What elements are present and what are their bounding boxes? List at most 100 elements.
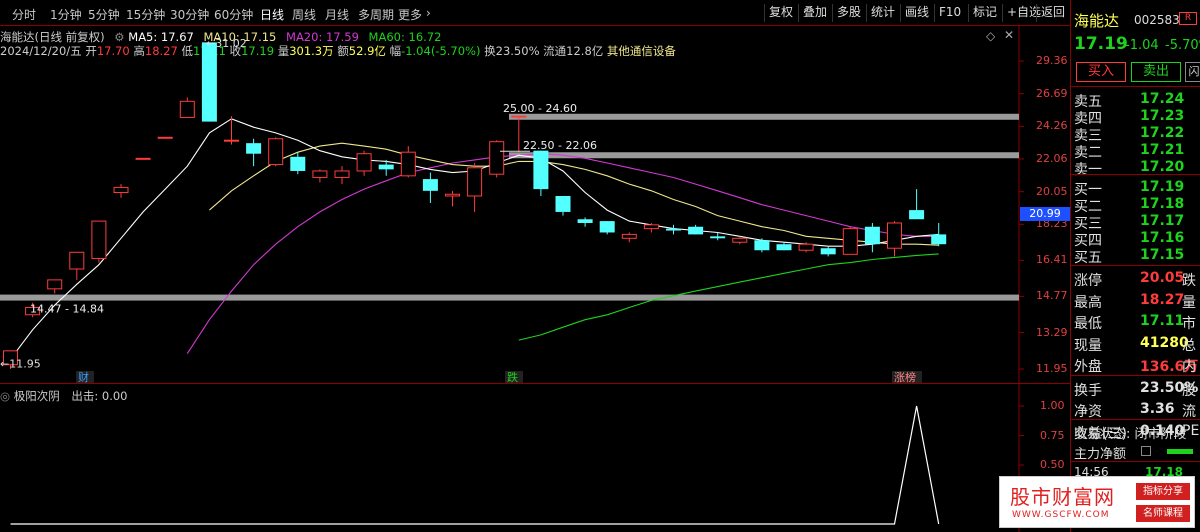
candle-body-down <box>201 42 217 122</box>
period-tab-intraday[interactable]: 分时 <box>12 6 36 23</box>
candle-body-up <box>312 170 328 178</box>
bid-price: 17.18 <box>1140 196 1185 212</box>
period-tab-multi[interactable]: 多周期 <box>358 6 394 23</box>
candle-body-down <box>422 179 438 191</box>
candle-body-down <box>776 244 792 251</box>
period-toolbar: 分时 1分钟 5分钟 15分钟 30分钟 60分钟 日线 周线 月线 多周期 更… <box>0 0 1070 26</box>
main-flow-label: 主力净额 <box>1074 447 1127 462</box>
watermark-tag-course: 名师课程 <box>1136 505 1190 522</box>
period-tab-60min[interactable]: 60分钟 <box>214 6 253 23</box>
bid-price: 17.17 <box>1140 213 1185 229</box>
ask-row: 卖三 17.22 <box>1074 123 1200 144</box>
candle-body-up <box>179 100 195 118</box>
candle-body-up <box>732 237 748 243</box>
period-tab-15min[interactable]: 15分钟 <box>126 6 165 23</box>
main-flow-bar <box>1167 449 1193 454</box>
flash-button[interactable]: 闪电 <box>1185 62 1200 82</box>
divider <box>1071 375 1200 376</box>
bid-price: 17.19 <box>1140 179 1185 195</box>
indicator-signal-line <box>10 405 940 525</box>
stock-code: 002583 <box>1134 13 1180 27</box>
period-tab-30min[interactable]: 30分钟 <box>170 6 209 23</box>
statistics-button[interactable]: 统计 <box>866 4 899 22</box>
bid-price: 17.16 <box>1140 230 1185 246</box>
divider <box>1071 419 1200 420</box>
zone1-label: 25.00 - 24.60 <box>503 102 577 115</box>
ask-label: 卖一 <box>1074 162 1102 178</box>
financial-report-marker: 财 <box>78 370 89 384</box>
ask-price: 17.22 <box>1140 125 1185 141</box>
candle-body-up <box>798 243 814 251</box>
price-change: -1.04 <box>1125 38 1159 53</box>
candle-body-down <box>599 221 615 233</box>
current-price-tag: 20.99 <box>1020 207 1070 221</box>
limit-down-marker: 跌 <box>507 370 518 384</box>
stat-value: 17.11 <box>1140 313 1185 329</box>
price-tick-label: 20.05 <box>1036 184 1068 198</box>
price-tick-label: 24.26 <box>1036 119 1068 133</box>
candle-body-up <box>334 170 350 178</box>
ask-price: 17.21 <box>1140 142 1185 158</box>
bid-row: 买五 17.15 <box>1074 245 1200 266</box>
stat-row: 净资 3.36 流 <box>1074 399 1200 420</box>
candle-body-up <box>47 279 63 290</box>
mark-button[interactable]: 标记 <box>968 4 1001 22</box>
buy-button[interactable]: 买入 <box>1076 62 1126 82</box>
stat-label: 换手 <box>1074 382 1102 399</box>
period-tab-weekly[interactable]: 周线 <box>292 6 316 23</box>
f10-button[interactable]: F10 <box>934 4 965 22</box>
stat-label: 涨停 <box>1074 273 1102 289</box>
period-tab-1min[interactable]: 1分钟 <box>50 6 82 23</box>
overlay-button[interactable]: 叠加 <box>798 4 831 22</box>
back-button[interactable]: 返回 <box>1036 4 1069 22</box>
divider <box>1071 86 1200 87</box>
indicator-tick-label: 0.50 <box>1040 458 1065 471</box>
support-zone <box>0 294 1019 301</box>
stat-row: 外盘 136.6万内 <box>1074 354 1200 375</box>
stat-label: 最高 <box>1074 294 1102 311</box>
adjust-button[interactable]: 复权 <box>764 4 797 22</box>
draw-line-button[interactable]: 画线 <box>900 4 933 22</box>
watermark-tag-share: 指标分享 <box>1136 483 1190 500</box>
period-tab-5min[interactable]: 5分钟 <box>88 6 120 23</box>
kline-chart[interactable]: ←31.02 ←11.95 25.00 - 24.60 22.50 - 22.06 14… <box>0 26 1070 384</box>
bid-label: 买五 <box>1074 250 1102 266</box>
bid-row: 买二 17.18 <box>1074 194 1200 215</box>
candle-body-down <box>710 236 726 239</box>
sell-button[interactable]: 卖出 <box>1131 62 1181 82</box>
candle-body-up <box>400 151 416 177</box>
stat-extra: 跌 <box>1182 273 1196 289</box>
price-tick-label: 16.41 <box>1036 253 1068 267</box>
zone3-label: 14.47 - 14.84 <box>30 303 104 316</box>
indicator-chart[interactable] <box>0 384 1070 532</box>
low-annotation: ←11.95 <box>0 358 41 371</box>
ask-row: 卖五 17.24 <box>1074 89 1200 110</box>
indicator-toggle-icon[interactable]: ◎ <box>0 389 10 403</box>
candle-body-up <box>113 186 129 194</box>
candle-body-down <box>864 226 880 245</box>
multi-stock-button[interactable]: 多股 <box>832 4 865 22</box>
candle-body-up <box>467 167 483 197</box>
period-tab-more[interactable]: 更多 <box>398 6 422 23</box>
period-tab-daily[interactable]: 日线 <box>260 6 284 23</box>
period-tab-monthly[interactable]: 月线 <box>325 6 349 23</box>
ask-price: 17.23 <box>1140 108 1185 124</box>
bid-row: 买四 17.16 <box>1074 228 1200 249</box>
ask-row: 卖一 17.20 <box>1074 157 1200 178</box>
price-change-pct: -5.70% <box>1165 38 1200 53</box>
candle-body-up <box>887 222 902 249</box>
indicator-output: 出击: 0.00 <box>71 389 128 403</box>
candle-body-down <box>909 210 925 220</box>
candle-body-up <box>268 138 284 166</box>
ma10-line <box>209 142 939 246</box>
stat-extra: 总 <box>1182 337 1196 354</box>
ask-row: 卖四 17.23 <box>1074 106 1200 127</box>
bid-row: 买三 17.17 <box>1074 211 1200 232</box>
top-list-marker: 涨榜 <box>894 370 916 384</box>
stat-extra: 量 <box>1182 294 1196 311</box>
stat-value: 3.36 <box>1140 401 1175 417</box>
chevron-right-icon[interactable]: › <box>426 6 431 20</box>
stat-label: 最低 <box>1074 316 1102 332</box>
chart-icon[interactable] <box>1141 446 1151 456</box>
stat-row: 涨停 20.05 跌 <box>1074 268 1200 289</box>
